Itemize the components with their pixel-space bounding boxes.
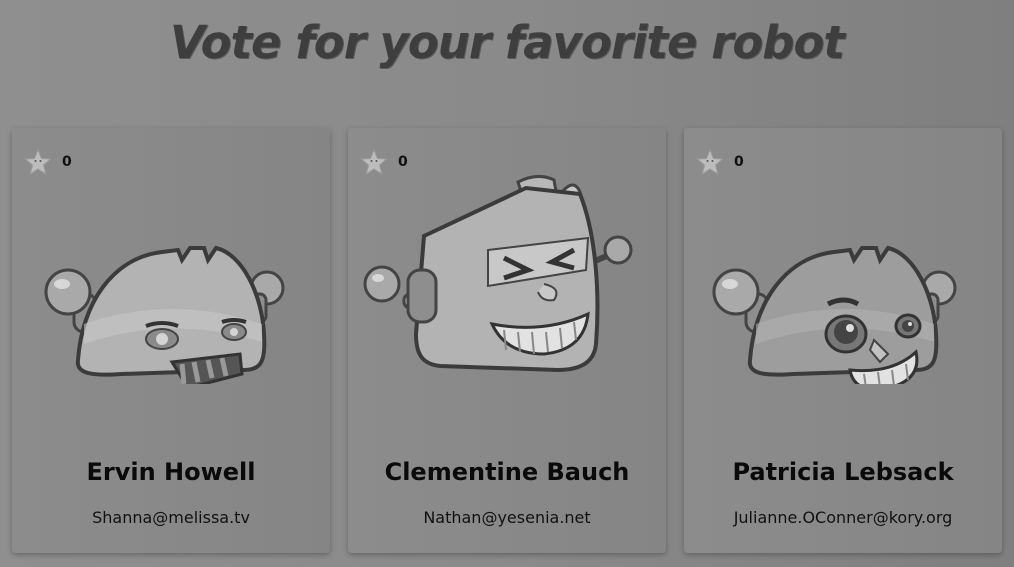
- robot-name: Clementine Bauch: [384, 458, 630, 486]
- robot-name: Ervin Howell: [86, 458, 256, 486]
- page-title: Vote for your favorite robot: [170, 16, 845, 69]
- vote-button[interactable]: 0: [24, 148, 72, 176]
- robot-avatar: [44, 245, 285, 384]
- robot-email: Nathan@yesenia.net: [423, 508, 591, 527]
- vote-button[interactable]: 0: [360, 148, 408, 176]
- star-icon[interactable]: [360, 148, 388, 176]
- vote-button[interactable]: 0: [696, 148, 744, 176]
- robot-card: 0 Clementine Bauch Nathan@yesenia.net: [348, 128, 666, 553]
- vote-count: 0: [734, 154, 744, 170]
- star-icon[interactable]: [696, 148, 724, 176]
- robot-name: Patricia Lebsack: [732, 458, 954, 486]
- robot-card: 0 Patricia Lebsack Julianne.OConner@kory…: [684, 128, 1002, 553]
- robot-email: Julianne.OConner@kory.org: [733, 508, 953, 527]
- robot-email: Shanna@melissa.tv: [92, 508, 250, 527]
- robot-avatar: [363, 175, 633, 373]
- robot-card: 0 Ervin Howell Shanna@melissa.tv: [12, 128, 330, 553]
- vote-count: 0: [398, 154, 408, 170]
- robot-avatar: [712, 245, 957, 384]
- vote-count: 0: [62, 154, 72, 170]
- star-icon[interactable]: [24, 148, 52, 176]
